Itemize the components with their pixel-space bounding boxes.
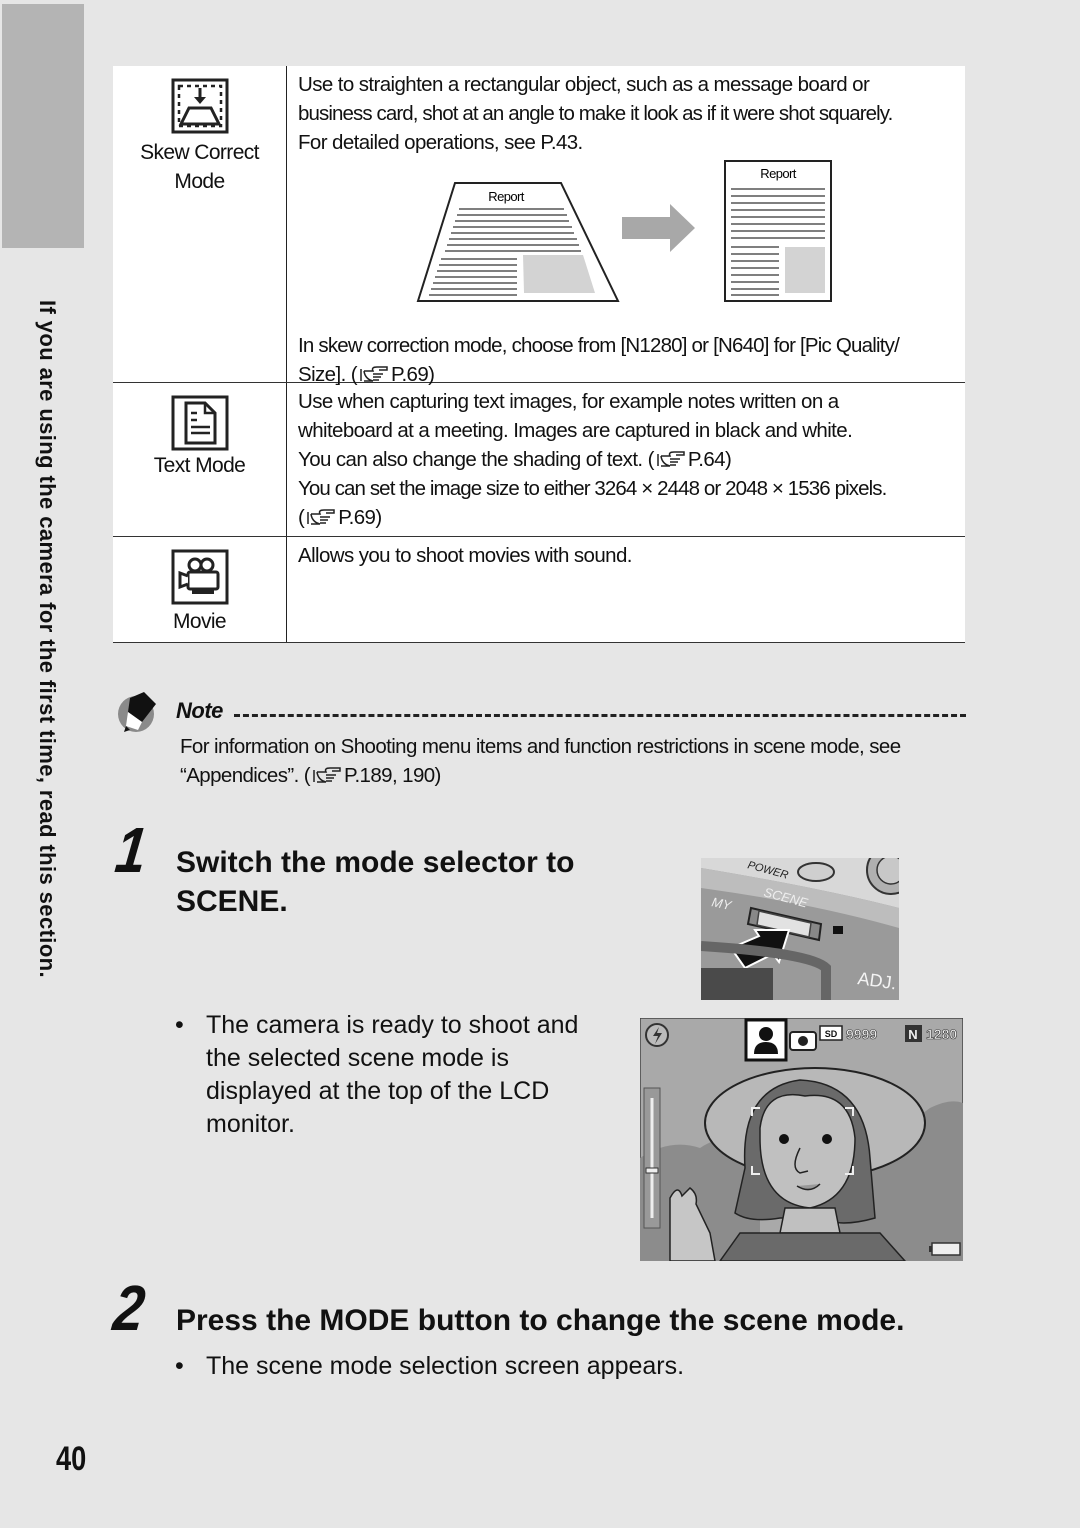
mode-selector-illustration: POWER MY SCENE ADJ. <box>701 858 899 1000</box>
mode-description: Use to straighten a rectangular object, … <box>287 66 965 386</box>
text-mode-icon <box>171 395 228 451</box>
mode-label: Skew Correct Mode <box>140 141 259 193</box>
step-1-bullet: • The camera is ready to shoot and the s… <box>175 1011 579 1138</box>
mode-label: Movie <box>172 610 227 633</box>
mode-label: Text Mode <box>153 454 246 477</box>
pointing-hand-icon <box>307 509 335 525</box>
mode-cell: Movie <box>113 537 287 642</box>
note-divider <box>234 714 966 717</box>
svg-text:SD: SD <box>825 1029 838 1039</box>
skew-diagram: Report Report <box>416 160 832 302</box>
page-number: 40 <box>56 1440 87 1478</box>
remaining-shots: 9999 <box>846 1026 877 1042</box>
battery-icon <box>929 1242 961 1256</box>
mode-description: Use when capturing text images, for exam… <box>298 390 887 529</box>
movie-icon <box>171 549 228 605</box>
step-2-bullet: • The scene mode selection screen appear… <box>175 1352 685 1380</box>
skewed-doc-title: Report <box>488 189 524 204</box>
camera-mode-icon <box>789 1031 817 1051</box>
step-2-number: 2 <box>109 1272 149 1344</box>
skew-correct-icon <box>171 78 228 134</box>
zoom-bar <box>643 1087 661 1229</box>
corrected-document: Report <box>724 160 832 302</box>
table-row-movie: Movie Allows you to shoot movies with so… <box>113 537 965 643</box>
sd-card-icon: SD <box>819 1025 843 1041</box>
note-pencil-icon <box>118 692 156 732</box>
flash-icon <box>645 1023 669 1047</box>
note-title: Note <box>176 698 223 723</box>
pointing-hand-icon <box>313 767 341 783</box>
mode-description: Allows you to shoot movies with sound. <box>298 544 632 567</box>
scene-modes-table: Skew Correct Mode Use to straighten a re… <box>113 66 965 643</box>
camera-icon <box>833 926 843 934</box>
lcd-monitor-illustration: SD 9999 N 1280 <box>640 1018 963 1261</box>
power-button <box>797 862 835 882</box>
portrait-scene-icon <box>744 1018 788 1062</box>
image-size: 1280 <box>926 1026 957 1042</box>
table-row-skew-correct: Skew Correct Mode Use to straighten a re… <box>113 66 965 386</box>
note-body: For information on Shooting menu items a… <box>180 735 901 787</box>
corrected-doc-title: Report <box>760 166 796 181</box>
table-row-text-mode: Text Mode Use when capturing text images… <box>113 383 965 537</box>
pointing-hand-icon <box>657 451 685 467</box>
step-1-title: Switch the mode selector to SCENE. <box>176 846 575 918</box>
pointing-hand-icon <box>360 366 388 382</box>
step-2-title: Press the MODE button to change the scen… <box>176 1304 905 1337</box>
section-tab <box>2 4 84 248</box>
quality-indicator: N <box>908 1027 917 1042</box>
mode-cell: Skew Correct Mode <box>113 66 287 382</box>
skewed-document: Report <box>416 182 620 302</box>
arrow-right-icon <box>622 204 695 252</box>
step-1-number: 1 <box>111 814 151 886</box>
skew-correction-figure: Report Report <box>298 157 955 331</box>
mode-cell: Text Mode <box>113 383 287 536</box>
